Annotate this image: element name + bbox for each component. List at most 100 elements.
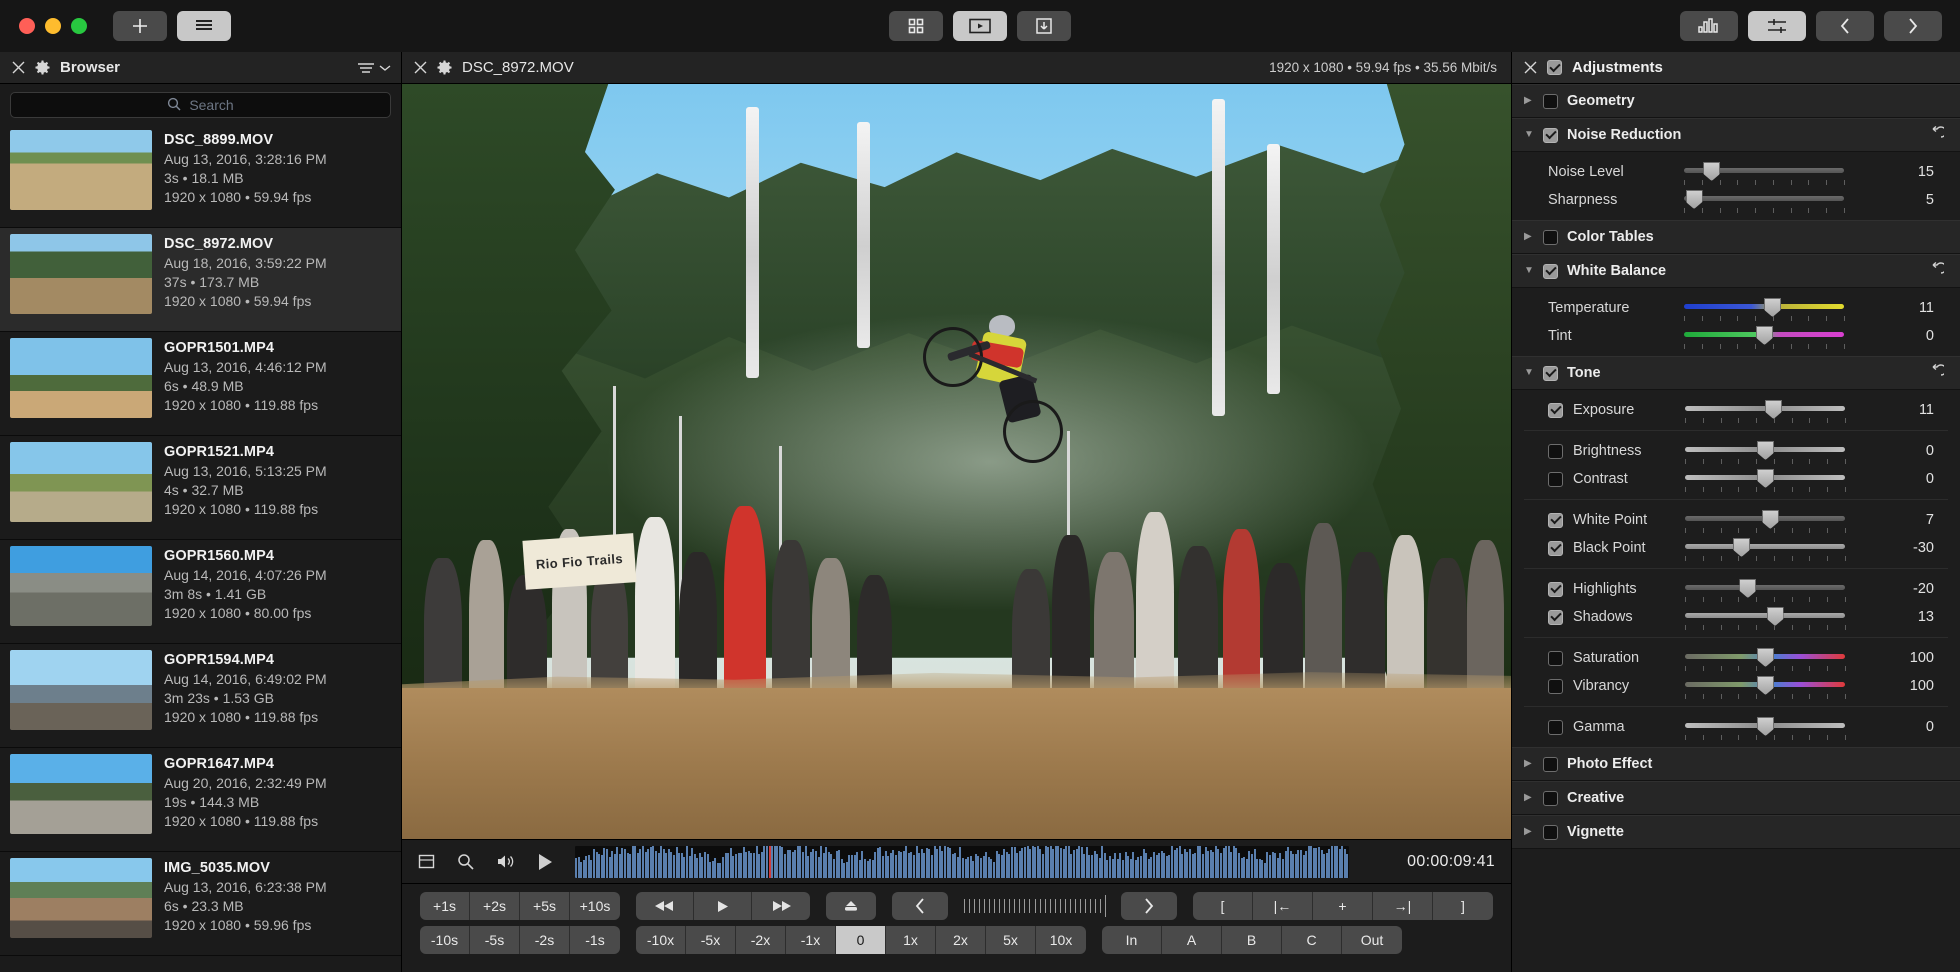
audio-waveform[interactable]: [575, 845, 1349, 878]
adjustment-slider[interactable]: [1684, 297, 1845, 321]
slider-knob[interactable]: [1739, 579, 1757, 598]
reset-icon[interactable]: [1928, 363, 1947, 383]
search-input[interactable]: Search: [10, 92, 391, 118]
group-enable-checkbox[interactable]: [1543, 263, 1558, 279]
segment-10x[interactable]: -10x: [636, 926, 686, 954]
list-item[interactable]: GOPR1521.MP4 Aug 13, 2016, 5:13:25 PM 4s •…: [0, 436, 401, 540]
gear-icon[interactable]: [437, 60, 452, 75]
adjustment-slider[interactable]: [1685, 440, 1846, 464]
adjustment-slider[interactable]: [1685, 716, 1846, 740]
slider-knob[interactable]: [1757, 441, 1774, 460]
speed-group[interactable]: -10x -5x -2x -1x 0 1x 2x 5x 10x: [636, 926, 1086, 954]
clip-list[interactable]: DSC_8899.MOV Aug 13, 2016, 3:28:16 PM 3s •…: [0, 124, 401, 972]
slider-knob[interactable]: [1756, 326, 1773, 345]
adjustment-enable-checkbox[interactable]: [1548, 512, 1563, 528]
segment-0[interactable]: 0: [836, 926, 886, 954]
adjustments-enable-checkbox[interactable]: [1547, 60, 1562, 75]
grid-view-button[interactable]: [889, 11, 943, 41]
adjustment-slider[interactable]: [1685, 399, 1846, 423]
adjustments-button[interactable]: [1748, 11, 1806, 41]
frame-ruler[interactable]: [964, 892, 1106, 920]
adjustment-group-white-balance[interactable]: ▼ White Balance: [1512, 254, 1960, 288]
segment-10s[interactable]: +10s: [570, 892, 620, 920]
group-enable-checkbox[interactable]: [1543, 365, 1558, 381]
segment-1x[interactable]: -1x: [786, 926, 836, 954]
chevron-right-icon[interactable]: ▶: [1524, 96, 1534, 106]
playback-group[interactable]: [636, 892, 810, 920]
adjustment-enable-checkbox[interactable]: [1548, 471, 1563, 487]
adjustment-slider[interactable]: [1685, 509, 1846, 533]
close-icon[interactable]: [1524, 61, 1537, 74]
list-item[interactable]: GOPR1560.MP4 Aug 14, 2016, 4:07:26 PM 3m 8…: [0, 540, 401, 644]
adjustment-enable-checkbox[interactable]: [1548, 540, 1563, 556]
adjustment-slider[interactable]: [1685, 675, 1846, 699]
next-button[interactable]: [1884, 11, 1942, 41]
adjustment-slider[interactable]: [1684, 189, 1845, 213]
adjustment-enable-checkbox[interactable]: [1548, 609, 1563, 625]
adjustment-group-geometry[interactable]: ▶ Geometry: [1512, 84, 1960, 118]
segment-5s[interactable]: +5s: [520, 892, 570, 920]
slider-knob[interactable]: [1757, 648, 1774, 667]
adjustment-enable-checkbox[interactable]: [1548, 650, 1563, 666]
segment-5s[interactable]: -5s: [470, 926, 520, 954]
chevron-down-icon[interactable]: ▼: [1524, 130, 1534, 140]
adjustment-slider[interactable]: [1685, 578, 1846, 602]
list-item[interactable]: DSC_8972.MOV Aug 18, 2016, 3:59:22 PM 37s …: [0, 228, 401, 332]
chevron-right-icon[interactable]: ▶: [1524, 793, 1534, 803]
slider-knob[interactable]: [1764, 298, 1781, 317]
adjustment-group-creative[interactable]: ▶ Creative: [1512, 781, 1960, 815]
segment-2s[interactable]: +2s: [470, 892, 520, 920]
group-enable-checkbox[interactable]: [1543, 93, 1558, 109]
adjustment-slider[interactable]: [1684, 325, 1845, 349]
adjustments-list[interactable]: ▶ Geometry ▼ Noise Reduction Noise Level 15 Sh…: [1512, 84, 1960, 972]
loop-button[interactable]: [826, 892, 876, 920]
chevron-right-icon[interactable]: ▶: [1524, 759, 1534, 769]
close-window-button[interactable]: [19, 18, 35, 34]
filmstrip-icon[interactable]: [418, 853, 435, 870]
slider-knob[interactable]: [1766, 607, 1784, 626]
video-canvas[interactable]: Rio Fio Trails: [402, 84, 1511, 839]
previous-button[interactable]: [1816, 11, 1874, 41]
group-enable-checkbox[interactable]: [1543, 127, 1558, 143]
segment-C[interactable]: C: [1282, 926, 1342, 954]
minimize-window-button[interactable]: [45, 18, 61, 34]
segment-10s[interactable]: -10s: [420, 926, 470, 954]
gear-icon[interactable]: [35, 60, 50, 75]
segment-1s[interactable]: +1s: [420, 892, 470, 920]
chevron-down-icon[interactable]: ▼: [1524, 266, 1534, 276]
segment-10x[interactable]: 10x: [1036, 926, 1086, 954]
range-group[interactable]: In A B C Out: [1102, 926, 1402, 954]
adjustment-slider[interactable]: [1685, 647, 1846, 671]
fast-forward-button[interactable]: [752, 892, 810, 920]
add-button[interactable]: [113, 11, 167, 41]
chevron-right-icon[interactable]: ▶: [1524, 827, 1534, 837]
slider-knob[interactable]: [1757, 469, 1774, 488]
adjustment-group-tone[interactable]: ▼ Tone: [1512, 356, 1960, 390]
chevron-right-icon[interactable]: ▶: [1524, 232, 1534, 242]
segment-2x[interactable]: -2x: [736, 926, 786, 954]
list-item[interactable]: IMG_5035.MOV Aug 13, 2016, 6:23:38 PM 6s •…: [0, 852, 401, 956]
browser-filter-control[interactable]: [357, 62, 391, 74]
step-forward-group[interactable]: +1s +2s +5s +10s: [420, 892, 620, 920]
mark-group[interactable]: [|← + →|]: [1193, 892, 1493, 920]
segment-[interactable]: [: [1193, 892, 1253, 920]
segment-Out[interactable]: Out: [1342, 926, 1402, 954]
segment-In[interactable]: In: [1102, 926, 1162, 954]
slider-knob[interactable]: [1757, 676, 1774, 695]
adjustment-slider[interactable]: [1685, 606, 1846, 630]
step-back-group[interactable]: -10s -5s -2s -1s: [420, 926, 620, 954]
segment-[interactable]: +: [1313, 892, 1373, 920]
list-item[interactable]: GOPR1501.MP4 Aug 13, 2016, 4:46:12 PM 6s •…: [0, 332, 401, 436]
nudge-forward-button[interactable]: [1121, 892, 1177, 920]
list-item[interactable]: GOPR1594.MP4 Aug 14, 2016, 6:49:02 PM 3m 2…: [0, 644, 401, 748]
zoom-icon[interactable]: [457, 853, 474, 870]
rewind-button[interactable]: [636, 892, 694, 920]
nudge-back-button[interactable]: [892, 892, 948, 920]
segment-B[interactable]: B: [1222, 926, 1282, 954]
chevron-down-icon[interactable]: ▼: [1524, 368, 1534, 378]
slider-knob[interactable]: [1685, 190, 1703, 209]
group-enable-checkbox[interactable]: [1543, 790, 1558, 806]
adjustment-enable-checkbox[interactable]: [1548, 678, 1563, 694]
segment-5x[interactable]: 5x: [986, 926, 1036, 954]
scopes-button[interactable]: [1680, 11, 1738, 41]
